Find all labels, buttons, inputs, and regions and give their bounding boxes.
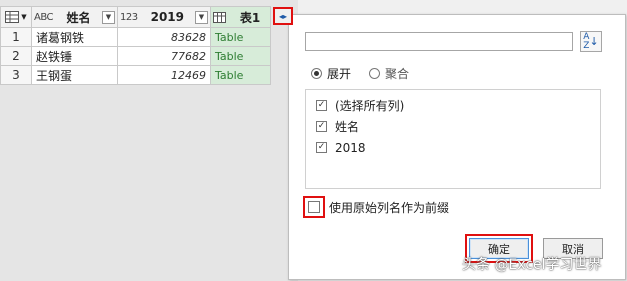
table-link-cell[interactable]: Table bbox=[210, 65, 271, 85]
column-header-label: 2019 bbox=[150, 10, 184, 24]
highlight-box bbox=[303, 196, 325, 218]
use-prefix-label: 使用原始列名作为前缀 bbox=[329, 200, 450, 215]
radio-expand[interactable]: 展开 bbox=[311, 65, 351, 82]
list-item-label: 姓名 bbox=[335, 120, 360, 134]
value-cell[interactable]: 12469 bbox=[117, 65, 211, 85]
watermark: 头条 @Excel学习世界 bbox=[462, 257, 602, 273]
list-item[interactable]: ✓ 姓名 bbox=[306, 116, 600, 137]
table-row: 1 诸葛钢铁 83628 Table bbox=[0, 27, 271, 47]
column-header-name[interactable]: ABC 姓名 ▼ bbox=[31, 6, 118, 28]
data-grid: ▼ ABC 姓名 ▼ 123 2019 ▼ 表1 1 诸葛钢铁 83628 Ta… bbox=[0, 6, 271, 85]
number-type-icon: 123 bbox=[120, 11, 138, 23]
table-menu-button[interactable]: ▼ bbox=[0, 6, 32, 28]
table-grid-icon bbox=[5, 11, 20, 23]
table-row: 2 赵铁锤 77682 Table bbox=[0, 46, 271, 66]
name-cell[interactable]: 王钢蛋 bbox=[31, 65, 118, 85]
row-number: 2 bbox=[0, 46, 32, 66]
chevron-down-icon: ▼ bbox=[21, 13, 27, 21]
radio-aggregate-label: 聚合 bbox=[385, 67, 410, 81]
use-prefix-option: 使用原始列名作为前缀 bbox=[303, 196, 449, 218]
column-header-label: 表1 bbox=[239, 10, 261, 25]
radio-aggregate[interactable]: 聚合 bbox=[369, 65, 409, 82]
column-header-2019[interactable]: 123 2019 ▼ bbox=[117, 6, 211, 28]
list-item-label: (选择所有列) bbox=[335, 99, 405, 113]
list-item[interactable]: ✓ (选择所有列) bbox=[306, 95, 600, 116]
row-number: 3 bbox=[0, 65, 32, 85]
column-filter-dropdown[interactable]: ▼ bbox=[102, 10, 115, 24]
checkbox-checked-icon[interactable]: ✓ bbox=[316, 100, 327, 111]
table-link-cell[interactable]: Table bbox=[210, 27, 271, 47]
value-cell[interactable]: 83628 bbox=[117, 27, 211, 47]
name-cell[interactable]: 赵铁锤 bbox=[31, 46, 118, 66]
expand-column-button[interactable]: ◂▸ bbox=[273, 7, 293, 25]
sort-az-button[interactable]: A Z ↓ bbox=[580, 31, 602, 52]
table-link-cell[interactable]: Table bbox=[210, 46, 271, 66]
data-preview-area: ▼ ABC 姓名 ▼ 123 2019 ▼ 表1 1 诸葛钢铁 83628 Ta… bbox=[0, 0, 298, 281]
grid-header-row: ▼ ABC 姓名 ▼ 123 2019 ▼ 表1 bbox=[0, 6, 271, 28]
radio-expand-label: 展开 bbox=[327, 67, 352, 81]
column-header-label: 姓名 bbox=[66, 10, 91, 25]
list-item[interactable]: ✓ 2018 bbox=[306, 137, 600, 158]
row-number: 1 bbox=[0, 27, 32, 47]
expand-arrows-icon: ◂▸ bbox=[278, 11, 288, 21]
list-item-label: 2018 bbox=[335, 140, 366, 155]
checkbox-checked-icon[interactable]: ✓ bbox=[316, 121, 327, 132]
expand-column-panel: A Z ↓ 展开 聚合 ✓ (选择所有列) ✓ 姓名 ✓ 2018 使用原始列名作为… bbox=[288, 14, 626, 280]
text-type-icon: ABC bbox=[34, 11, 54, 23]
mode-radio-group: 展开 聚合 bbox=[311, 65, 409, 82]
checkbox-checked-icon[interactable]: ✓ bbox=[316, 142, 327, 153]
radio-selected-icon bbox=[311, 68, 322, 79]
table-type-icon bbox=[213, 11, 226, 23]
column-header-table[interactable]: 表1 bbox=[210, 6, 271, 28]
columns-checkbox-list: ✓ (选择所有列) ✓ 姓名 ✓ 2018 bbox=[305, 89, 601, 189]
value-cell[interactable]: 77682 bbox=[117, 46, 211, 66]
table-row: 3 王钢蛋 12469 Table bbox=[0, 65, 271, 85]
name-cell[interactable]: 诸葛钢铁 bbox=[31, 27, 118, 47]
use-prefix-checkbox[interactable] bbox=[308, 201, 320, 213]
radio-unselected-icon bbox=[369, 68, 381, 79]
search-columns-input[interactable] bbox=[305, 32, 573, 51]
column-filter-dropdown[interactable]: ▼ bbox=[195, 10, 208, 24]
